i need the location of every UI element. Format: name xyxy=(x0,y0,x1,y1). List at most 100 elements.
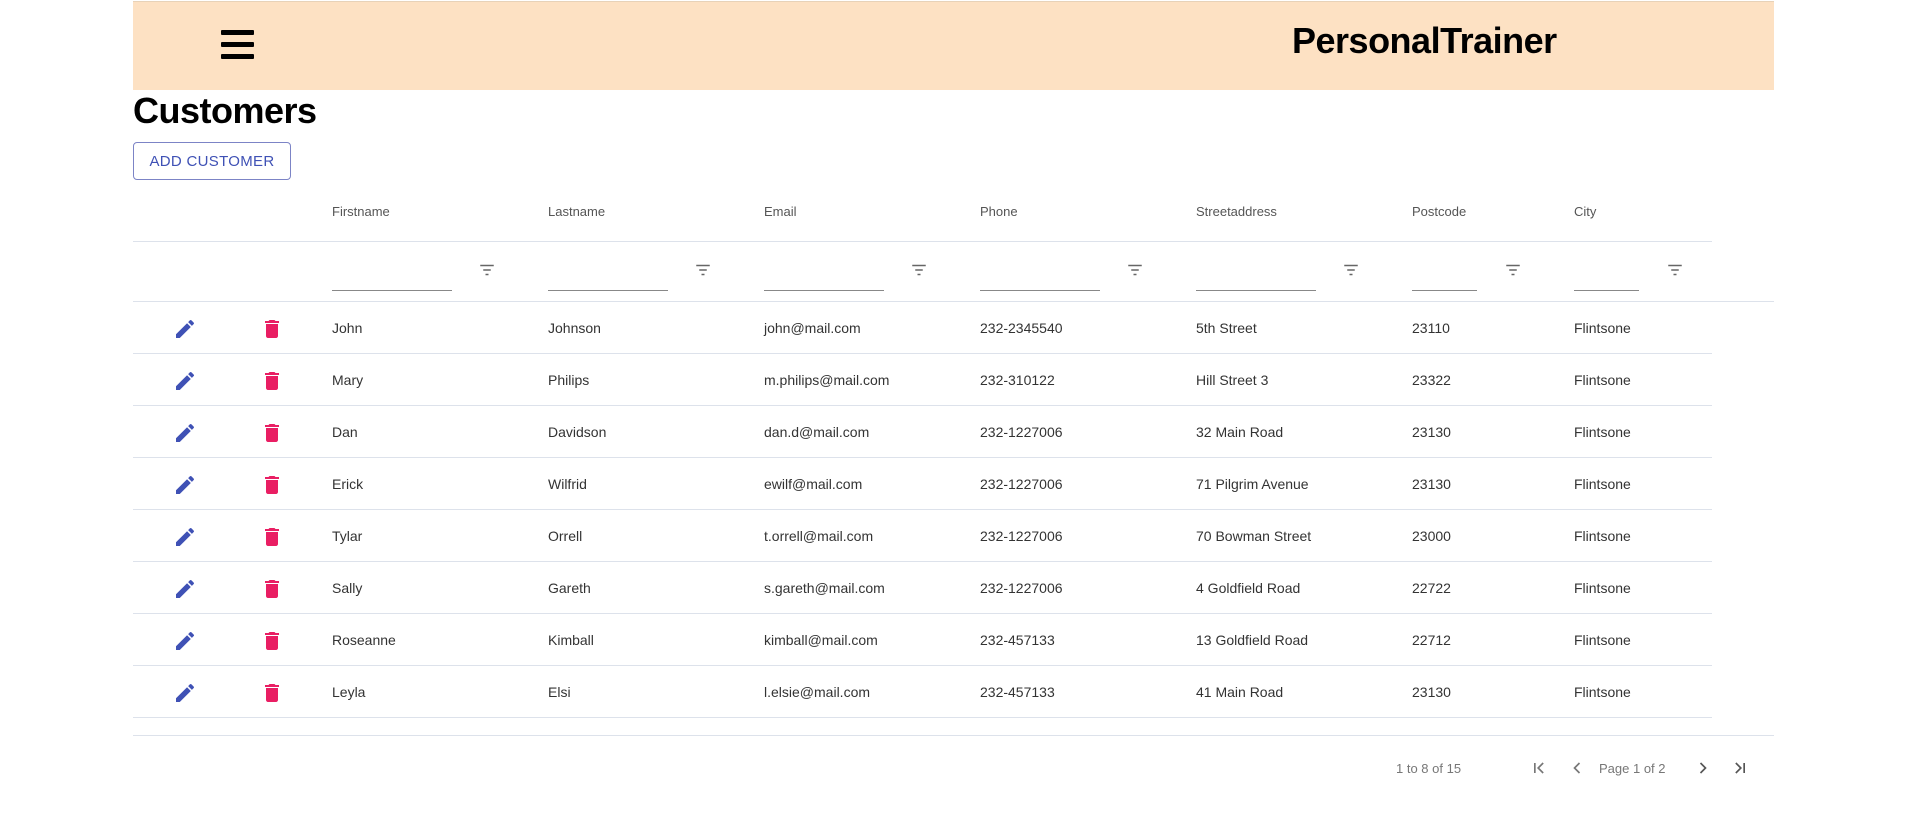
prev-page-icon[interactable] xyxy=(1567,758,1587,778)
cell-lastname: Johnson xyxy=(548,320,601,336)
add-customer-button[interactable]: ADD CUSTOMER xyxy=(133,142,291,180)
column-header-postcode[interactable]: Postcode xyxy=(1412,204,1466,219)
table-row: Tylar Orrell t.orrell@mail.com 232-12270… xyxy=(133,510,1712,562)
column-header-email[interactable]: Email xyxy=(764,204,797,219)
filter-input-streetaddress[interactable] xyxy=(1196,266,1316,291)
table-row: John Johnson john@mail.com 232-2345540 5… xyxy=(133,302,1712,354)
cell-firstname: Sally xyxy=(332,580,363,596)
delete-icon[interactable] xyxy=(260,629,284,653)
cell-phone: 232-1227006 xyxy=(980,424,1063,440)
cell-postcode: 23322 xyxy=(1412,372,1451,388)
last-page-icon[interactable] xyxy=(1730,758,1750,778)
cell-streetaddress: Hill Street 3 xyxy=(1196,372,1269,388)
filter-icon[interactable] xyxy=(910,261,928,279)
column-header-phone[interactable]: Phone xyxy=(980,204,1018,219)
cell-phone: 232-1227006 xyxy=(980,580,1063,596)
filter-icon[interactable] xyxy=(694,261,712,279)
cell-city: Flintsone xyxy=(1574,320,1631,336)
cell-phone: 232-310122 xyxy=(980,372,1055,388)
filter-icon[interactable] xyxy=(478,261,496,279)
edit-icon[interactable] xyxy=(173,473,197,497)
cell-city: Flintsone xyxy=(1574,632,1631,648)
first-page-icon[interactable] xyxy=(1529,758,1549,778)
column-header-city[interactable]: City xyxy=(1574,204,1596,219)
cell-phone: 232-1227006 xyxy=(980,476,1063,492)
cell-phone: 232-457133 xyxy=(980,632,1055,648)
column-header-lastname[interactable]: Lastname xyxy=(548,204,605,219)
cell-email: l.elsie@mail.com xyxy=(764,684,871,700)
filter-input-postcode[interactable] xyxy=(1412,266,1477,291)
grid-filter-row xyxy=(133,242,1774,302)
delete-icon[interactable] xyxy=(260,525,284,549)
cell-email: kimball@mail.com xyxy=(764,632,878,648)
page-title: Customers xyxy=(133,90,317,131)
edit-icon[interactable] xyxy=(173,577,197,601)
filter-icon[interactable] xyxy=(1126,261,1144,279)
cell-streetaddress: 13 Goldfield Road xyxy=(1196,632,1309,648)
table-row: Dan Davidson dan.d@mail.com 232-1227006 … xyxy=(133,406,1712,458)
filter-input-phone[interactable] xyxy=(980,266,1100,291)
cell-lastname: Orrell xyxy=(548,528,583,544)
pagination-page: Page 1 of 2 xyxy=(1599,761,1666,776)
table-row: Leyla Elsi l.elsie@mail.com 232-457133 4… xyxy=(133,666,1712,718)
menu-icon[interactable] xyxy=(221,30,254,60)
cell-postcode: 23130 xyxy=(1412,424,1451,440)
filter-input-city[interactable] xyxy=(1574,266,1639,291)
cell-city: Flintsone xyxy=(1574,372,1631,388)
grid-body: John Johnson john@mail.com 232-2345540 5… xyxy=(133,302,1712,718)
cell-city: Flintsone xyxy=(1574,424,1631,440)
cell-email: s.gareth@mail.com xyxy=(764,580,885,596)
cell-lastname: Wilfrid xyxy=(548,476,587,492)
cell-postcode: 23130 xyxy=(1412,476,1451,492)
filter-icon[interactable] xyxy=(1666,261,1684,279)
edit-icon[interactable] xyxy=(173,421,197,445)
cell-email: john@mail.com xyxy=(764,320,861,336)
cell-streetaddress: 71 Pilgrim Avenue xyxy=(1196,476,1309,492)
next-page-icon[interactable] xyxy=(1693,758,1713,778)
delete-icon[interactable] xyxy=(260,317,284,341)
cell-email: t.orrell@mail.com xyxy=(764,528,874,544)
edit-icon[interactable] xyxy=(173,369,197,393)
cell-email: ewilf@mail.com xyxy=(764,476,863,492)
app-title: PersonalTrainer xyxy=(1292,20,1557,61)
pagination-bar: 1 to 8 of 15 Page 1 of 2 xyxy=(133,735,1774,798)
cell-firstname: Roseanne xyxy=(332,632,396,648)
filter-input-firstname[interactable] xyxy=(332,266,452,291)
cell-lastname: Kimball xyxy=(548,632,594,648)
cell-streetaddress: 41 Main Road xyxy=(1196,684,1284,700)
cell-postcode: 23110 xyxy=(1412,320,1450,336)
delete-icon[interactable] xyxy=(260,421,284,445)
delete-icon[interactable] xyxy=(260,681,284,705)
filter-input-email[interactable] xyxy=(764,266,884,291)
cell-city: Flintsone xyxy=(1574,476,1631,492)
cell-streetaddress: 32 Main Road xyxy=(1196,424,1284,440)
cell-phone: 232-457133 xyxy=(980,684,1055,700)
filter-input-lastname[interactable] xyxy=(548,266,668,291)
cell-email: dan.d@mail.com xyxy=(764,424,870,440)
edit-icon[interactable] xyxy=(173,317,197,341)
table-row: Mary Philips m.philips@mail.com 232-3101… xyxy=(133,354,1712,406)
cell-email: m.philips@mail.com xyxy=(764,372,890,388)
filter-icon[interactable] xyxy=(1342,261,1360,279)
cell-city: Flintsone xyxy=(1574,580,1631,596)
edit-icon[interactable] xyxy=(173,629,197,653)
table-row: Erick Wilfrid ewilf@mail.com 232-1227006… xyxy=(133,458,1712,510)
filter-icon[interactable] xyxy=(1504,261,1522,279)
delete-icon[interactable] xyxy=(260,369,284,393)
edit-icon[interactable] xyxy=(173,681,197,705)
cell-postcode: 23000 xyxy=(1412,528,1451,544)
app-bar: PersonalTrainer xyxy=(133,1,1774,90)
cell-phone: 232-1227006 xyxy=(980,528,1063,544)
cell-postcode: 22722 xyxy=(1412,580,1451,596)
delete-icon[interactable] xyxy=(260,577,284,601)
table-row: Roseanne Kimball kimball@mail.com 232-45… xyxy=(133,614,1712,666)
pagination-range: 1 to 8 of 15 xyxy=(1396,761,1462,776)
cell-phone: 232-2345540 xyxy=(980,320,1063,336)
cell-firstname: Leyla xyxy=(332,684,366,700)
edit-icon[interactable] xyxy=(173,525,197,549)
cell-firstname: Mary xyxy=(332,372,364,388)
column-header-firstname[interactable]: Firstname xyxy=(332,204,390,219)
column-header-streetaddress[interactable]: Streetaddress xyxy=(1196,204,1277,219)
delete-icon[interactable] xyxy=(260,473,284,497)
cell-streetaddress: 4 Goldfield Road xyxy=(1196,580,1301,596)
